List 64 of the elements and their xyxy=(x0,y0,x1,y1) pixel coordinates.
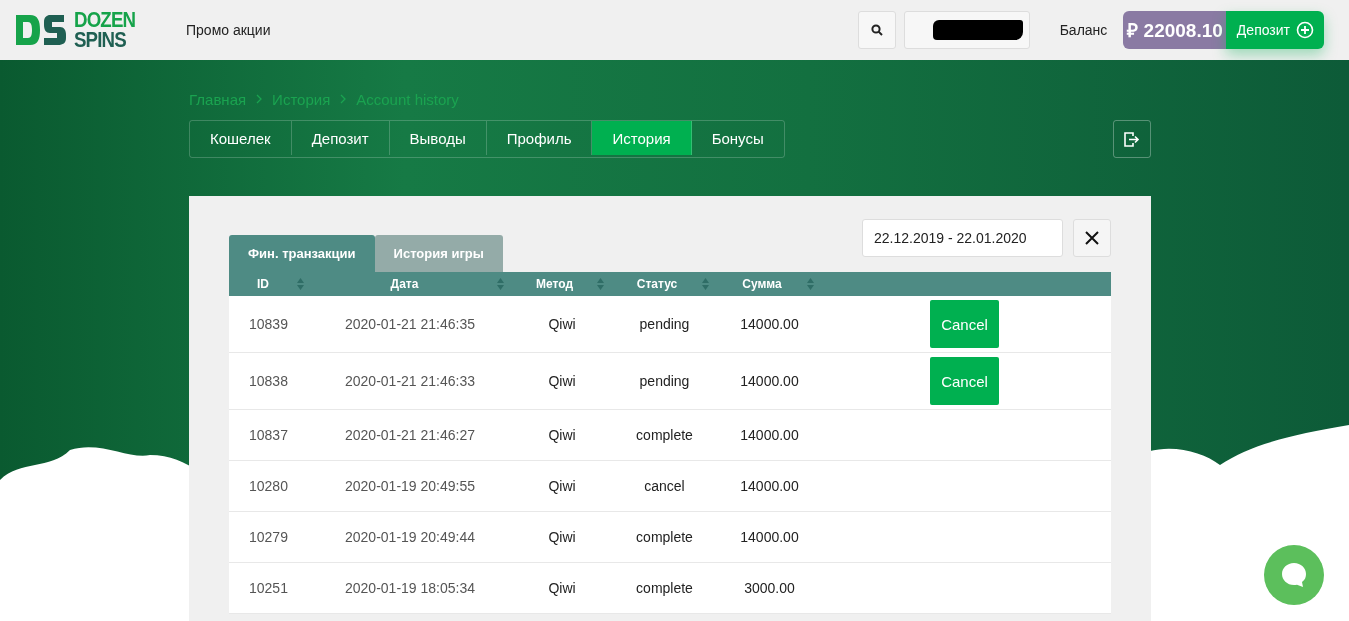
status-cell: complete xyxy=(636,529,693,545)
id-cell: 10838 xyxy=(249,373,288,389)
cancel-button[interactable]: Cancel xyxy=(930,300,999,348)
search-button[interactable] xyxy=(857,11,896,49)
clear-button[interactable] xyxy=(1073,219,1111,257)
method-cell: Qiwi xyxy=(548,316,576,332)
date-cell: 2020-01-19 18:05:34 xyxy=(345,580,475,596)
chevron-icon xyxy=(340,94,347,104)
amount-cell: 3000.00 xyxy=(744,580,795,596)
id-cell: 10279 xyxy=(249,529,288,545)
method-cell: Qiwi xyxy=(548,478,576,494)
logo-icon xyxy=(14,13,68,47)
promo-link[interactable]: Промо акции xyxy=(186,22,271,38)
logo-text: DOZEN xyxy=(74,10,136,30)
id-cell: 10280 xyxy=(249,478,288,494)
account-tab[interactable]: Выводы xyxy=(389,121,487,155)
sort-icon[interactable] xyxy=(597,278,604,290)
id-cell: 10837 xyxy=(249,427,288,443)
account-tab[interactable]: Бонусы xyxy=(691,121,784,155)
status-cell: pending xyxy=(639,316,690,332)
method-cell: Qiwi xyxy=(548,427,576,443)
account-tab[interactable]: Депозит xyxy=(291,121,390,155)
date-cell: 2020-01-21 21:46:35 xyxy=(345,316,475,332)
amount-cell: 14000.00 xyxy=(740,316,799,332)
status-cell: cancel xyxy=(644,478,685,494)
amount-cell: 14000.00 xyxy=(740,529,799,545)
amount-cell: 14000.00 xyxy=(740,373,799,389)
method-cell: Qiwi xyxy=(548,529,576,545)
logout-button[interactable] xyxy=(1113,120,1151,158)
plus-icon xyxy=(1296,21,1314,39)
logo-text: SPINS xyxy=(74,30,127,50)
status-cell: complete xyxy=(636,427,693,443)
date-cell: 2020-01-21 21:46:27 xyxy=(345,427,475,443)
logout-icon xyxy=(1124,131,1140,147)
balance-amount: ₽ 22008.10 xyxy=(1123,11,1226,49)
history-tab[interactable]: История игры xyxy=(374,235,503,272)
status-cell: pending xyxy=(639,373,690,389)
chevron-icon xyxy=(256,94,263,104)
cancel-button[interactable]: Cancel xyxy=(930,357,999,405)
search-icon xyxy=(870,24,883,36)
date-cell: 2020-01-21 21:46:33 xyxy=(345,373,475,389)
date-cell: 2020-01-19 20:49:44 xyxy=(345,529,475,545)
sort-icon[interactable] xyxy=(297,278,304,290)
date-range-field[interactable]: 22.12.2019 - 22.01.2020 xyxy=(862,219,1063,257)
sort-icon[interactable] xyxy=(702,278,709,290)
sort-icon[interactable] xyxy=(497,278,504,290)
method-cell: Qiwi xyxy=(548,580,576,596)
account-tab[interactable]: Кошелек xyxy=(190,121,292,155)
amount-cell: 14000.00 xyxy=(740,427,799,443)
id-cell: 10251 xyxy=(249,580,288,596)
amount-cell: 14000.00 xyxy=(740,478,799,494)
breadcrumb-link[interactable]: Главная xyxy=(189,90,247,108)
method-cell: Qiwi xyxy=(548,373,576,389)
sort-icon[interactable] xyxy=(807,278,814,290)
deposit-button[interactable]: Депозит xyxy=(1225,11,1324,49)
username-field[interactable] xyxy=(903,11,1030,49)
id-cell: 10839 xyxy=(249,316,288,332)
history-tab[interactable]: Фин. транзакции xyxy=(229,235,375,272)
chat-button[interactable] xyxy=(1264,545,1324,605)
balance-label: Баланс xyxy=(1059,22,1108,38)
status-cell: complete xyxy=(636,580,693,596)
close-icon xyxy=(1085,231,1099,245)
account-tab[interactable]: История xyxy=(592,121,692,155)
date-cell: 2020-01-19 20:49:55 xyxy=(345,478,475,494)
